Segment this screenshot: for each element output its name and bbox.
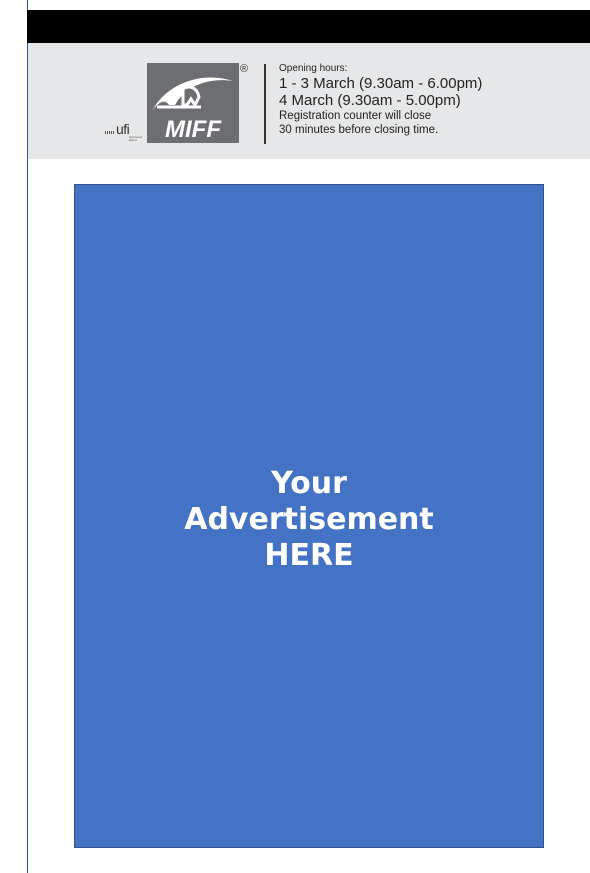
ufi-logo-subtext: Approved Event xyxy=(129,135,142,142)
opening-hours-block: Opening hours: 1 - 3 March (9.30am - 6.0… xyxy=(279,63,482,137)
ufi-logo-text: ufi xyxy=(116,121,130,137)
advertisement-text: Your Advertisement HERE xyxy=(149,466,469,574)
advertisement-line-3: HERE xyxy=(264,538,354,573)
ufi-dots-icon xyxy=(105,131,115,134)
miff-logo-text: MIFF xyxy=(165,116,222,143)
advertisement-line-2: Advertisement xyxy=(184,502,434,537)
registered-mark: ® xyxy=(240,63,249,75)
page: ufi Approved Event MIFF ® Opening hours:… xyxy=(0,0,590,873)
registration-notice-line-1: Registration counter will close xyxy=(279,110,432,122)
top-black-bar xyxy=(27,10,590,43)
registration-notice-line-2: 30 minutes before closing time. xyxy=(279,124,439,136)
miff-logo: MIFF xyxy=(147,63,239,143)
ufi-approved-event-logo: ufi Approved Event xyxy=(103,121,145,143)
advertisement-line-1: Your xyxy=(271,466,347,501)
header-divider xyxy=(264,64,266,144)
advertisement-placeholder[interactable]: Your Advertisement HERE xyxy=(74,184,544,848)
hours-line-1: 1 - 3 March (9.30am - 6.00pm) xyxy=(279,75,483,92)
hours-line-2: 4 March (9.30am - 5.00pm) xyxy=(279,92,461,109)
opening-hours-label: Opening hours: xyxy=(279,63,348,74)
